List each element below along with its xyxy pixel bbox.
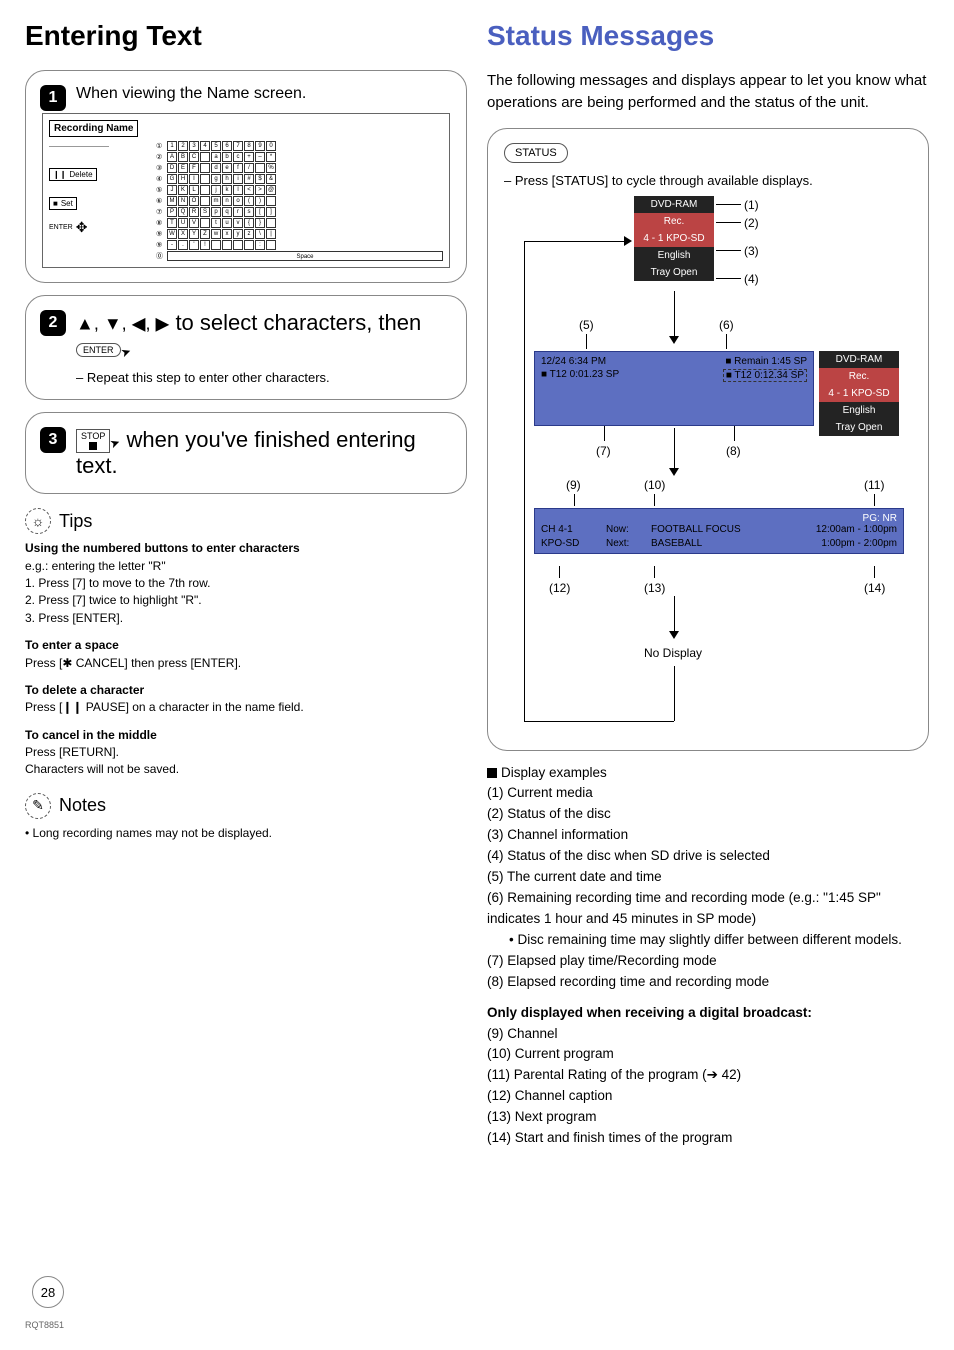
step-3-text: STOP➤ when you've finished entering text… <box>76 427 450 479</box>
callout-3: (3) <box>744 244 759 258</box>
heading-entering-text: Entering Text <box>25 20 467 52</box>
screen-title: Recording Name <box>49 120 138 137</box>
stack-top: DVD-RAM Rec. 4 - 1 KPO-SD English Tray O… <box>634 196 714 281</box>
cursor-icon: ➤ <box>118 344 132 361</box>
callout-7: (7) <box>596 444 611 458</box>
notes-heading: Notes <box>59 795 106 816</box>
callout-11: (11) <box>864 478 884 492</box>
callout-14: (14) <box>864 581 885 595</box>
display-list: Display examples (1) Current media (2) S… <box>487 763 929 1150</box>
dpad-icon: ✥ <box>76 219 88 236</box>
enter-label: ENTER <box>49 224 73 231</box>
arrow-icons: ▲, ▼, ◀, ▶ <box>76 314 169 334</box>
step-1-badge: 1 <box>40 85 66 111</box>
callout-6: (6) <box>719 318 734 332</box>
tips-body: Using the numbered buttons to enter char… <box>25 540 467 779</box>
status-diagram: DVD-RAM Rec. 4 - 1 KPO-SD English Tray O… <box>504 196 912 736</box>
callout-8: (8) <box>726 444 741 458</box>
step-3-badge: 3 <box>40 427 66 453</box>
press-status-line: – Press [STATUS] to cycle through availa… <box>504 173 912 188</box>
step-2-badge: 2 <box>40 310 66 336</box>
status-intro: The following messages and displays appe… <box>487 70 929 114</box>
callout-2: (2) <box>744 216 759 230</box>
pause-delete-button: ❙❙Delete <box>49 168 97 181</box>
step-2-card: 2 ▲, ▼, ◀, ▶ to select characters, then … <box>25 295 467 400</box>
stop-button-icon: STOP <box>76 429 110 453</box>
callout-12: (12) <box>549 581 570 595</box>
page-number: 28 <box>32 1276 64 1308</box>
stack-side: DVD-RAM Rec. 4 - 1 KPO-SD English Tray O… <box>819 351 899 436</box>
tips-icon: ☼ <box>25 508 51 534</box>
panel-program: PG: NR CH 4-1 Now: FOOTBALL FOCUS 12:00a… <box>534 508 904 554</box>
notes-icon: ✎ <box>25 793 51 819</box>
status-button-pill: STATUS <box>504 143 568 163</box>
character-grid: ①1234567890②ABCabc+–*③DEFdef/%④GHIghi#$&… <box>156 141 443 261</box>
notes-body: • Long recording names may not be displa… <box>25 825 467 842</box>
step-2-sub: – Repeat this step to enter other charac… <box>76 370 450 385</box>
callout-9: (9) <box>566 478 581 492</box>
callout-1: (1) <box>744 198 759 212</box>
no-display-label: No Display <box>644 646 702 660</box>
enter-button-icon: ENTER <box>76 343 121 357</box>
heading-status-messages: Status Messages <box>487 20 929 52</box>
step-2-text: ▲, ▼, ◀, ▶ to select characters, then EN… <box>76 310 450 362</box>
stop-set-button: ■Set <box>49 197 77 210</box>
callout-4: (4) <box>744 272 759 286</box>
callout-5: (5) <box>579 318 594 332</box>
status-card: STATUS – Press [STATUS] to cycle through… <box>487 128 929 751</box>
doc-id: RQT8851 <box>25 1320 64 1330</box>
tips-heading: Tips <box>59 511 92 532</box>
panel-time: 12/24 6:34 PM ■ Remain 1:45 SP ■ T12 0:0… <box>534 351 814 426</box>
callout-13: (13) <box>644 581 665 595</box>
step-3-card: 3 STOP➤ when you've finished entering te… <box>25 412 467 494</box>
name-screen: Recording Name ❙❙Delete ■Set ENTER ✥ ①12… <box>42 113 450 268</box>
step-1-card: 1 When viewing the Name screen. Recordin… <box>25 70 467 283</box>
step-1-text: When viewing the Name screen. <box>76 85 450 103</box>
callout-10: (10) <box>644 478 665 492</box>
